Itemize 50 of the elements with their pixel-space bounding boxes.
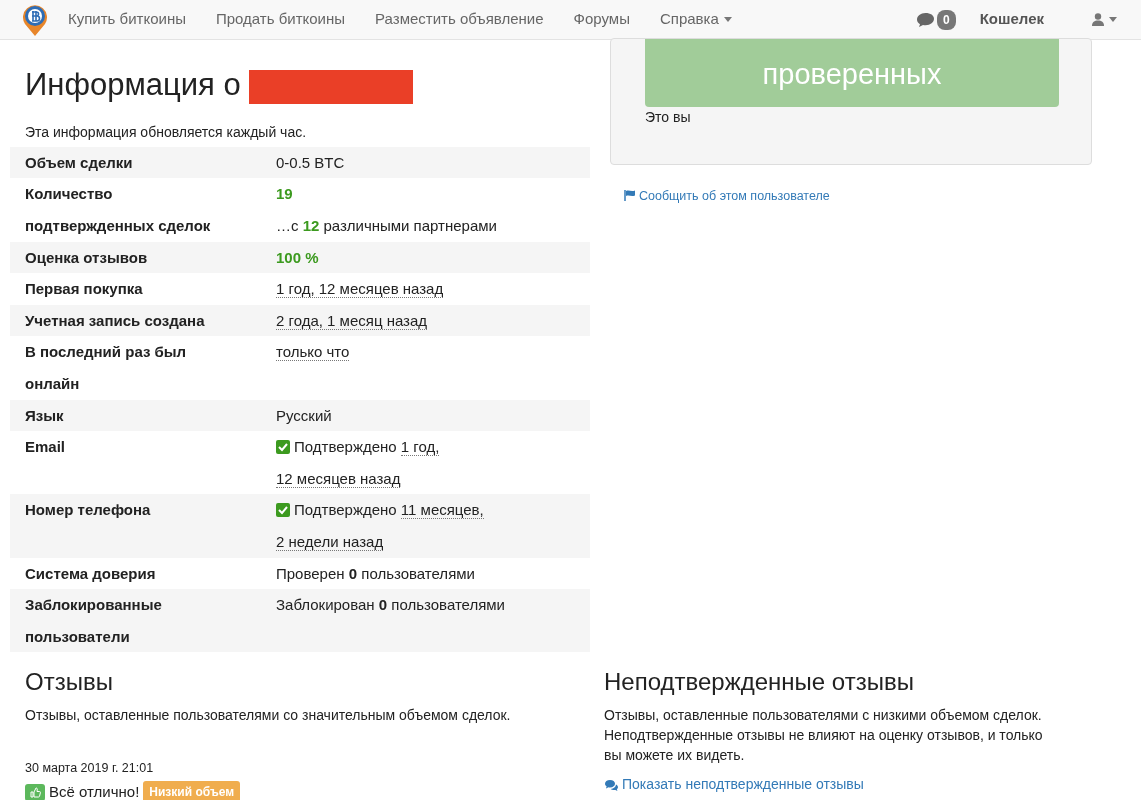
thumbs-up-icon [25,783,45,800]
row-value: 2 года, 1 месяц назад [261,304,590,337]
row-label: Номер телефона [10,494,261,558]
row-value: 100 % [261,241,590,274]
row-label: Учетная запись создана [10,304,261,337]
flag-icon[interactable] [624,190,636,202]
row-value-text: Подтверждено 1 год, [294,438,440,457]
row-label: В последний раз был онлайн [10,336,261,400]
info-note: Эта информация обновляется каждый час. [24,122,308,142]
report-link[interactable]: Сообщить об этом пользователе [624,186,830,206]
nav-link[interactable]: Разместить объявление [375,8,544,31]
wallet-link[interactable]: Кошелек [979,8,1044,31]
row-label: Заблокированные пользователи [10,589,261,653]
caption-text: Это вы [645,107,692,127]
chat-icon[interactable] [604,778,619,791]
row-value-text: Подтверждено 11 месяцев, [294,501,484,520]
user-menu-icon[interactable] [1092,13,1117,26]
logo-icon[interactable] [22,2,48,37]
section-description: Отзывы, оставленные пользователями со значительным объемом сделок. [25,706,512,726]
row-label: Первая покупка [10,273,261,305]
row-value: Русский [261,399,590,432]
nav-link[interactable]: Купить биткоины [68,8,186,31]
feedback-text: Всё отлично! [49,781,140,800]
chat-icon[interactable] [915,11,935,28]
row-label: Система доверия [10,557,261,590]
section-title: Неподтвержденные отзывы [604,668,915,698]
section-title: Отзывы [25,668,114,698]
row-value: 1 год, 12 месяцев назад [261,273,590,305]
caret-icon[interactable] [723,17,732,23]
row-label: Количество подтвержденных сделок [10,178,261,242]
row-label: Email [10,431,261,495]
volume-tag: Низкий объем [143,781,241,800]
row-value-text: 2 недели назад [276,532,384,551]
row-value: только что [261,336,590,400]
row-label: Оценка отзывов [10,241,261,274]
section-description: Отзывы, оставленные пользователями с низкими объемом сделок. Неподтвержденные отзывы не влияют на оценку отзывов, и только вы можете их видеть. [604,706,1044,766]
row-value: 19 …с 12 различными партнерами [261,178,590,242]
nav-link[interactable]: Справка [659,8,732,31]
show-link[interactable]: Показать неподтвержденные отзывы [604,774,864,796]
row-value: Заблокирован 0 пользователями [261,589,590,653]
nav-link[interactable]: Форумы [573,8,630,31]
message-count: 0 [936,9,956,30]
nav-link[interactable]: Продать биткоины [215,8,346,31]
row-value: 0-0.5 BTC [261,146,590,179]
title-text: Информация о [25,67,242,102]
row-label: Объем сделки [10,146,261,179]
row-value-text: 12 месяцев назад [276,469,401,488]
feedback-date: 30 марта 2019 г. 21:01 [25,760,155,778]
row-value: Проверен 0 пользователями [261,557,590,590]
row-label: Язык [10,399,261,432]
